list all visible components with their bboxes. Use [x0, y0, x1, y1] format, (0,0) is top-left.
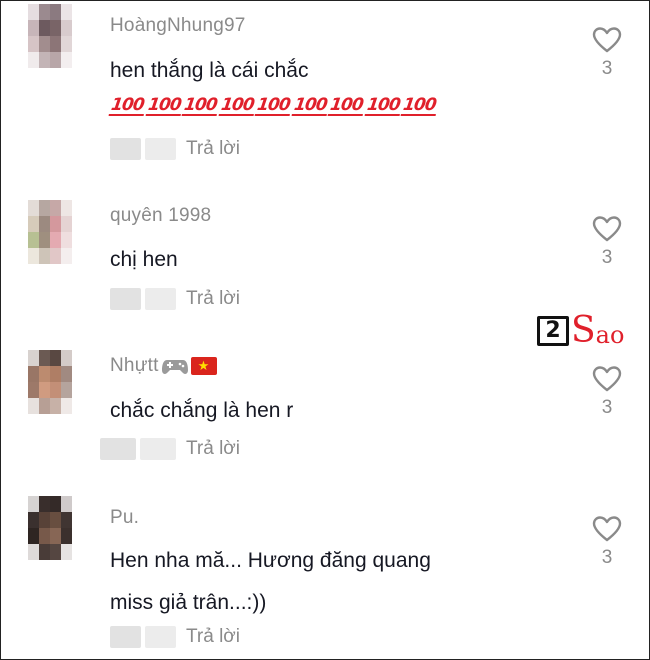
- like-count: 3: [601, 247, 613, 268]
- hundred-points-icon: 100: [145, 95, 183, 116]
- comment-username[interactable]: Nhựtt ★: [110, 355, 217, 377]
- logo-rest: ao: [595, 321, 625, 349]
- blurred-timestamp: [110, 138, 176, 160]
- reply-button[interactable]: Trả lời: [186, 438, 240, 460]
- like-count: 3: [601, 397, 613, 418]
- avatar[interactable]: [28, 200, 72, 264]
- username-text: Nhựtt: [110, 355, 159, 376]
- vietnam-flag-icon: ★: [190, 356, 217, 375]
- reply-button[interactable]: Trả lời: [186, 626, 240, 648]
- comment-text: chị hen: [110, 241, 540, 279]
- like-button[interactable]: 3: [588, 26, 626, 80]
- gamepad-icon: [161, 359, 188, 374]
- blurred-timestamp: [110, 288, 176, 310]
- comment-username[interactable]: HoàngNhung97: [110, 15, 246, 37]
- like-button[interactable]: 3: [588, 365, 626, 419]
- comment-meta: Trả lời: [100, 438, 240, 460]
- brand-watermark-logo: 2 S ao: [537, 312, 624, 350]
- comment-text-line: Hen nha mă... Hương đăng quang: [110, 549, 431, 572]
- reply-button[interactable]: Trả lời: [186, 288, 240, 310]
- heart-icon[interactable]: [592, 26, 622, 54]
- like-button[interactable]: 3: [588, 215, 626, 269]
- hundred-points-icon: 100: [181, 95, 219, 116]
- logo-box: 2: [537, 316, 569, 346]
- comment-text-line: chị hen: [110, 248, 178, 271]
- comment-username[interactable]: Pu.: [110, 507, 139, 529]
- heart-icon[interactable]: [592, 515, 622, 543]
- comment-username[interactable]: quyên 1998: [110, 205, 211, 227]
- comment-text-line: miss giả trân...:)): [110, 591, 267, 614]
- blurred-timestamp: [100, 438, 176, 460]
- hundred-points-icon: 100: [327, 95, 365, 116]
- heart-icon[interactable]: [592, 215, 622, 243]
- comment-text: chắc chắng là hen r: [110, 392, 540, 430]
- avatar[interactable]: [28, 496, 72, 560]
- hundred-points-icon: 100: [291, 95, 329, 116]
- comment-text: Hen nha mă... Hương đăng quang miss giả …: [110, 542, 540, 622]
- hundred-emoji-row: 100 100 100 100 100 100 100 100 100: [108, 95, 438, 116]
- blurred-timestamp: [110, 626, 176, 648]
- hundred-points-icon: 100: [364, 95, 402, 116]
- hundred-points-icon: 100: [254, 95, 292, 116]
- hundred-points-icon: 100: [108, 95, 146, 116]
- comment-meta: Trả lời: [110, 288, 240, 310]
- heart-icon[interactable]: [592, 365, 622, 393]
- avatar[interactable]: [28, 4, 72, 68]
- hundred-points-icon: 100: [400, 95, 438, 116]
- logo-s: S: [571, 310, 596, 351]
- avatar[interactable]: [28, 350, 72, 414]
- like-count: 3: [601, 58, 613, 79]
- comment-meta: Trả lời: [110, 138, 240, 160]
- reply-button[interactable]: Trả lời: [186, 138, 240, 160]
- like-count: 3: [601, 547, 613, 568]
- like-button[interactable]: 3: [588, 515, 626, 569]
- comment-text-line: hen thắng là cái chắc: [110, 59, 309, 82]
- comment-text-line: chắc chắng là hen r: [110, 399, 294, 422]
- comment-text: hen thắng là cái chắc: [110, 52, 540, 90]
- hundred-points-icon: 100: [218, 95, 256, 116]
- comment-meta: Trả lời: [110, 626, 240, 648]
